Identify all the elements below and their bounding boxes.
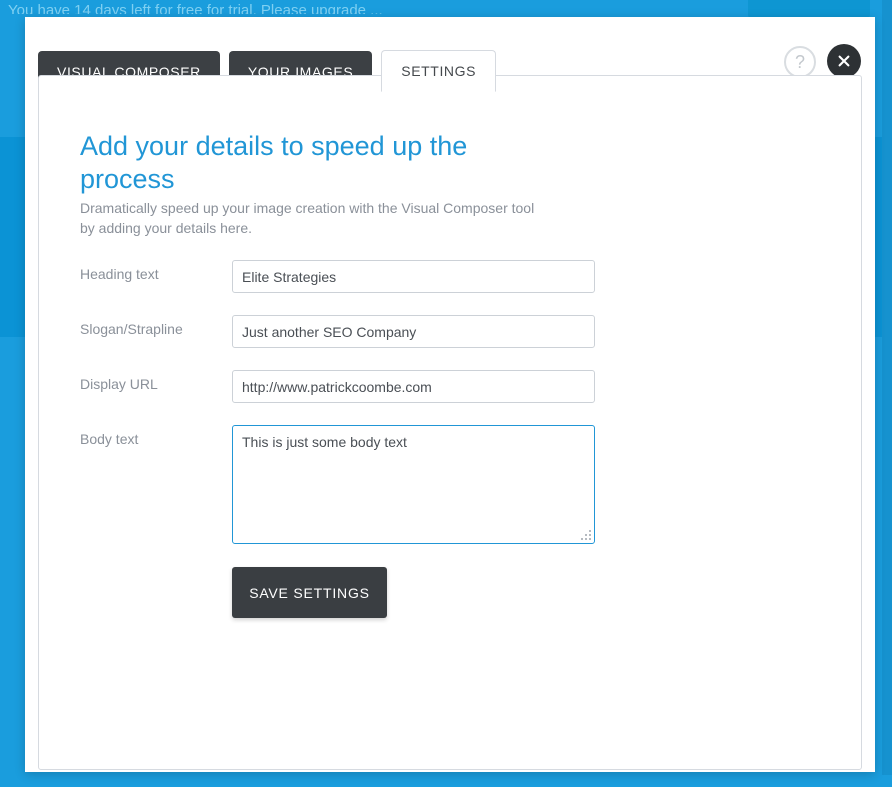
- tab-settings[interactable]: SETTINGS: [381, 50, 497, 92]
- save-settings-button[interactable]: SAVE SETTINGS: [232, 567, 387, 618]
- body-text-input[interactable]: This is just some body text: [232, 425, 595, 544]
- form-row-heading-text: Heading text: [80, 260, 820, 293]
- slogan-input[interactable]: [232, 315, 595, 348]
- form-row-slogan: Slogan/Strapline: [80, 315, 820, 348]
- page-description: Dramatically speed up your image creatio…: [80, 200, 535, 236]
- body-text-label: Body text: [80, 431, 139, 447]
- background-banner-text: You have 14 days left for free for trial…: [8, 2, 383, 14]
- background-bottom-strip: [0, 775, 892, 787]
- heading-text-label: Heading text: [80, 266, 159, 282]
- slogan-label: Slogan/Strapline: [80, 321, 183, 337]
- display-url-input[interactable]: [232, 370, 595, 403]
- page-title: Add your details to speed up the process: [80, 131, 468, 194]
- settings-panel: Add your details to speed up the process…: [38, 75, 862, 770]
- form-row-actions: SAVE SETTINGS: [80, 567, 820, 618]
- help-icon[interactable]: ?: [784, 46, 816, 78]
- display-url-label: Display URL: [80, 376, 158, 392]
- body-text-wrapper: This is just some body text: [232, 425, 595, 544]
- settings-form: Heading text Slogan/Strapline Display UR…: [80, 260, 820, 640]
- settings-modal: VISUAL COMPOSER YOUR IMAGES SETTINGS ? A…: [25, 17, 875, 772]
- form-row-display-url: Display URL: [80, 370, 820, 403]
- form-row-body-text: Body text This is just some body text: [80, 425, 820, 545]
- background-right-strip: [882, 0, 892, 787]
- heading-text-input[interactable]: [232, 260, 595, 293]
- close-icon[interactable]: [827, 44, 861, 78]
- background-cta-button[interactable]: [748, 0, 870, 18]
